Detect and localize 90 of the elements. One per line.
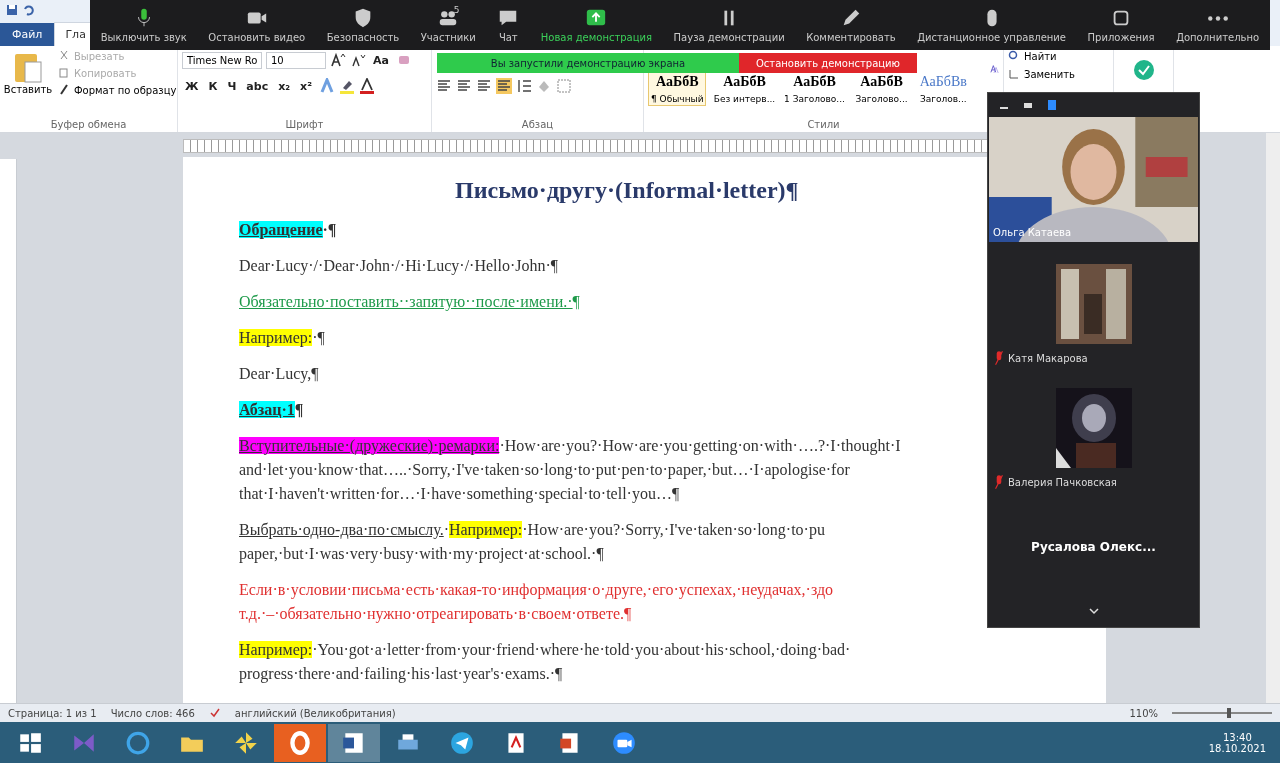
justify-icon[interactable] xyxy=(496,78,512,94)
clipboard-button[interactable]: Формат по образцу xyxy=(58,84,177,96)
document-text-line: progress·there·and·failing·his·last·year's·exams.·¶ xyxy=(239,664,563,685)
style-gallery-item[interactable]: АаБбВв Заголов... xyxy=(916,72,970,106)
camera-icon xyxy=(611,729,637,756)
spellcheck-icon[interactable] xyxy=(208,707,221,719)
meeting-control[interactable]: Приложения xyxy=(1087,7,1155,43)
format-button[interactable]: x² xyxy=(297,79,316,93)
format-button[interactable]: x₂ xyxy=(275,79,294,93)
style-gallery-item[interactable]: АаБбВ 1 Заголово... xyxy=(782,72,847,106)
meeting-control[interactable]: Безопасность xyxy=(326,7,400,43)
meeting-control[interactable]: Комментировать xyxy=(806,7,896,43)
editing-button[interactable]: Найти xyxy=(1008,50,1109,62)
undo-icon[interactable] xyxy=(22,4,34,16)
line-spacing-icon[interactable] xyxy=(516,78,532,94)
style-gallery-item[interactable]: АаБбВ Без интерв... xyxy=(712,72,777,106)
paste-button[interactable]: Вставить xyxy=(4,50,52,119)
document-text-line: Обязательно·поставить··запятую··после·имени.·¶ xyxy=(239,292,580,313)
document-text-line: Dear·Lucy,¶ xyxy=(239,364,319,385)
group-label: Буфер обмена xyxy=(49,119,128,132)
align-icon[interactable] xyxy=(476,78,492,94)
font-size-dropdown[interactable]: 10 xyxy=(266,51,326,69)
document-text-line: т.д.·–·обязательно·нужно·отреагировать·в·своем·ответе.¶ xyxy=(239,604,632,625)
sharing-banner: Вы запустили демонстрацию экрана xyxy=(437,53,739,73)
format-button[interactable]: К xyxy=(205,79,221,93)
brush-icon xyxy=(58,84,70,96)
replace-icon xyxy=(1008,68,1020,80)
more-icon xyxy=(1206,15,1229,22)
meeting-control[interactable]: Чат xyxy=(497,7,520,43)
document-text-line: Если·в·условии·письма·есть·какая-то·информация·о·друге,·его·успехах,·неудачах,·здо xyxy=(239,580,834,601)
meeting-control[interactable]: Пауза демонстрации xyxy=(673,7,785,43)
taskbar-button[interactable] xyxy=(328,723,380,762)
stop-share-button[interactable]: Остановить демонстрацию xyxy=(739,53,917,73)
document-text-line: Абзац·1¶ xyxy=(239,400,304,420)
document-text-line: Например:·¶ xyxy=(239,328,325,349)
document-text-line: Например:·You·got·a·letter·from·your·friend·where·he·told·you·about·his·school,·doing·bad· xyxy=(239,640,851,661)
document-text-line: that·I·haven't·written·for…·I·have·something·special·to·tell·you…¶ xyxy=(239,484,680,505)
ribbon-tab[interactable]: Гла xyxy=(54,22,93,46)
document-title: Письмо·другу·(Informal·letter)¶ xyxy=(455,177,800,204)
zoom-percent[interactable]: 110% xyxy=(1129,707,1158,719)
meeting-control[interactable]: Дистанционное управление xyxy=(917,7,1066,43)
word-count: Число слов: 466 xyxy=(110,707,195,719)
group-label: Шрифт xyxy=(284,119,325,132)
font-family-dropdown[interactable]: Times New Ro xyxy=(182,51,262,69)
format-button[interactable]: Ч xyxy=(224,79,240,93)
document-text-line: and·let·you·know·that…..·Sorry,·I've·taken·so·long·to·put·pen·to·paper,·but…·I·apologise·for xyxy=(239,460,850,481)
participant-name: Русалова Олекс... xyxy=(1031,540,1156,554)
ribbon-tab[interactable]: Файл xyxy=(0,23,55,46)
search-icon xyxy=(1008,50,1020,62)
document-text-line: Вступительные·(дружеские)·ремарки:·How·are·you?·How·are·you·getting·on·with·….?·I·thought·I xyxy=(239,436,901,457)
change-case-button[interactable]: Aa xyxy=(370,53,392,67)
highlighter-icon[interactable] xyxy=(339,78,356,94)
align-icon[interactable] xyxy=(436,78,452,94)
participant-name: Ольга Катаева xyxy=(993,227,1072,238)
meeting-control[interactable]: Остановить видео xyxy=(208,7,306,43)
page-count: Страница: 1 из 1 xyxy=(8,707,97,719)
taskbar-button[interactable] xyxy=(274,723,326,762)
circle-check-icon[interactable] xyxy=(1131,58,1156,82)
format-button[interactable]: Ж xyxy=(182,79,202,93)
grow-font-icon[interactable] xyxy=(330,52,346,68)
editing-button[interactable]: Заменить xyxy=(1008,68,1109,80)
clock-date: 18.10.2021 xyxy=(1208,742,1266,754)
meeting-control[interactable]: Выключить звук xyxy=(100,7,187,43)
meeting-control[interactable]: Новая демонстрация xyxy=(540,7,653,43)
document-text-line: paper,·but·I·was·very·busy·with·my·project·at·school.·¶ xyxy=(239,544,604,565)
scissors-icon xyxy=(58,50,70,62)
save-icon[interactable] xyxy=(6,4,18,16)
participant-name: Катя Макарова xyxy=(1008,352,1088,364)
vertical-scrollbar[interactable] xyxy=(1266,133,1280,703)
meeting-control[interactable]: Дополнительно xyxy=(1176,7,1260,43)
document-text-line: Выбрать·одно-два·по·смыслу.·Например:·How·are·you?·Sorry,·I've·taken·so·long·to·pu xyxy=(239,520,825,541)
language-label[interactable]: английский (Великобритания) xyxy=(234,707,396,719)
group-label: Стили xyxy=(806,119,841,132)
style-gallery-item[interactable]: АаБбВ ¶ Обычный xyxy=(648,72,707,106)
font-color-icon[interactable] xyxy=(359,78,376,94)
participant-name: Валерия Пачковская xyxy=(1008,476,1117,488)
style-gallery-item[interactable]: АаБбВ Заголово... xyxy=(852,72,911,106)
clock-time: 13:40 xyxy=(1222,731,1252,743)
format-button[interactable]: abc xyxy=(243,79,272,93)
chevron-down-icon[interactable] xyxy=(1087,607,1100,615)
document-text-line: Dear·Lucy·/·Dear·John·/·Hi·Lucy·/·Hello·John·¶ xyxy=(239,256,559,277)
group-label: Абзац xyxy=(520,119,555,132)
meeting-control[interactable]: 5 Участники xyxy=(420,7,476,43)
grid-view-icon[interactable] xyxy=(1046,99,1058,111)
copy-icon xyxy=(58,67,70,79)
align-icon[interactable] xyxy=(456,78,472,94)
ring-icon xyxy=(287,729,313,756)
shrink-font-icon[interactable] xyxy=(350,52,366,68)
paper-plane-icon xyxy=(449,729,475,756)
participant-count: 5 xyxy=(453,5,460,15)
